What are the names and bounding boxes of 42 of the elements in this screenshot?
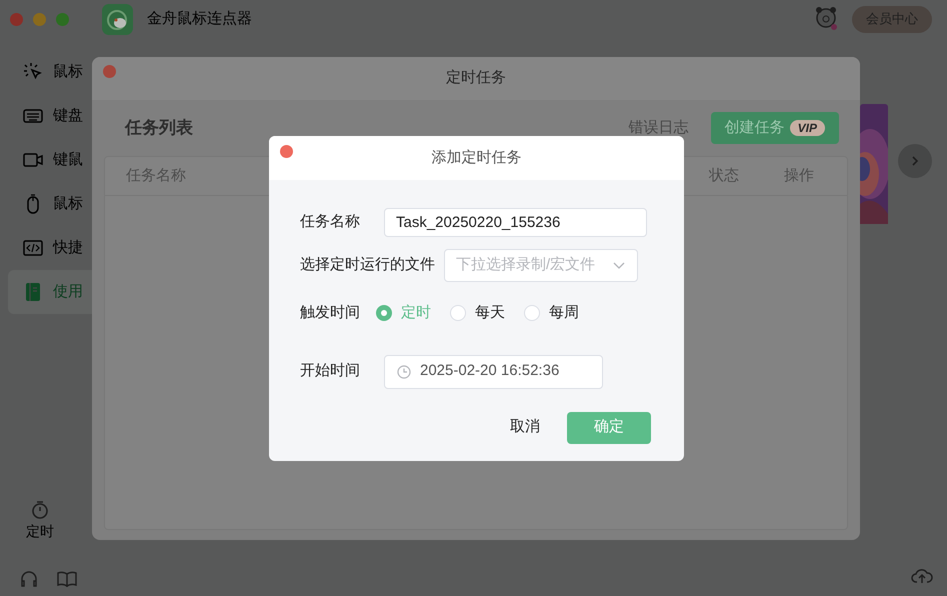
vip-badge: VIP	[790, 120, 825, 136]
clock-icon	[397, 364, 411, 378]
sidebar-item[interactable]: 使用	[8, 270, 92, 314]
app-title: 金舟鼠标连点器	[147, 8, 252, 29]
field-label: 选择定时运行的文件	[300, 255, 435, 276]
close-button[interactable]	[280, 145, 293, 158]
start-time-field[interactable]: 2025-02-20 16:52:36	[384, 354, 603, 388]
minimize-window-button[interactable]	[33, 12, 46, 26]
chevron-right-icon	[911, 155, 919, 167]
radio-option[interactable]: 定时	[376, 302, 431, 324]
task-name-field[interactable]: Task_20250220_155236	[384, 208, 647, 237]
radio-option[interactable]: 每天	[450, 302, 505, 324]
dialog-title: 添加定时任务	[432, 148, 522, 168]
book-icon[interactable]	[57, 571, 77, 587]
window-title: 定时任务	[446, 68, 506, 88]
sidebar-item[interactable]: 鼠标	[8, 50, 92, 94]
field-label: 开始时间	[300, 361, 361, 382]
create-task-label: 创建任务	[724, 118, 785, 138]
cloud-upload-icon[interactable]	[911, 567, 933, 585]
file-select-dropdown[interactable]: 下拉选择录制/宏文件	[444, 249, 638, 282]
sidebar-item[interactable]: 快捷	[8, 226, 92, 270]
cancel-button[interactable]: 取消	[510, 416, 540, 439]
field-label: 任务名称	[300, 212, 361, 232]
panda-avatar-icon[interactable]	[815, 6, 839, 32]
create-task-button[interactable]: 创建任务 VIP	[710, 112, 839, 144]
task-list-heading: 任务列表	[125, 117, 193, 140]
chevron-down-icon	[613, 262, 625, 270]
timer-label[interactable]: 定时	[26, 521, 54, 542]
confirm-button[interactable]: 确定	[567, 412, 651, 444]
timer-icon[interactable]	[31, 500, 49, 520]
next-arrow-button[interactable]	[898, 144, 932, 178]
close-button[interactable]	[103, 65, 116, 78]
radio-option[interactable]: 每周	[524, 302, 579, 324]
error-log-link[interactable]: 错误日志	[628, 116, 689, 140]
field-label: 触发时间	[300, 303, 361, 323]
notebook-icon	[23, 282, 43, 302]
headset-icon[interactable]	[19, 570, 39, 588]
sidebar-item[interactable]: 键鼠	[8, 138, 92, 182]
sidebar-item[interactable]: 键盘	[8, 94, 92, 138]
app-logo-icon	[102, 4, 133, 34]
code-icon	[23, 238, 43, 258]
sidebar-item[interactable]: 鼠标	[8, 182, 92, 226]
